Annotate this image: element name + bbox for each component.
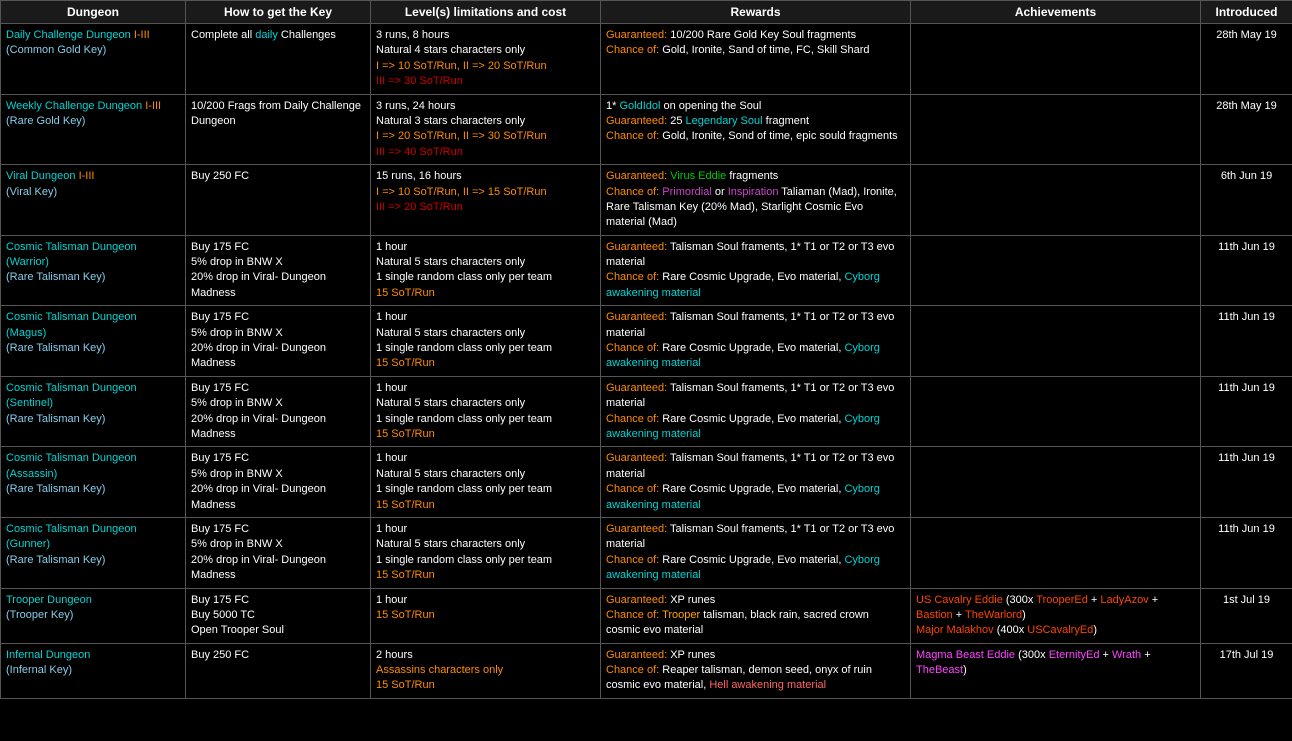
dungeon-cell: Weekly Challenge Dungeon I-III(Rare Gold… <box>1 94 186 165</box>
rewards-cell: Guaranteed: Talisman Soul framents, 1* T… <box>601 517 911 588</box>
rewards-cell: 1* GoldIdol on opening the SoulGuarantee… <box>601 94 911 165</box>
level-cell: 3 runs, 8 hoursNatural 4 stars character… <box>371 24 601 95</box>
header-key: How to get the Key <box>186 1 371 24</box>
header-dungeon: Dungeon <box>1 1 186 24</box>
rewards-cell: Guaranteed: 10/200 Rare Gold Key Soul fr… <box>601 24 911 95</box>
table-row: Cosmic Talisman Dungeon (Magus)(Rare Tal… <box>1 306 1292 377</box>
achievements-cell <box>911 24 1201 95</box>
dungeon-cell: Daily Challenge Dungeon I-III(Common Gol… <box>1 24 186 95</box>
introduced-cell: 11th Jun 19 <box>1201 376 1292 447</box>
dungeon-cell: Viral Dungeon I-III(Viral Key) <box>1 165 186 236</box>
dungeon-cell: Cosmic Talisman Dungeon (Gunner)(Rare Ta… <box>1 517 186 588</box>
level-cell: 1 hourNatural 5 stars characters only1 s… <box>371 235 601 306</box>
dungeon-cell: Cosmic Talisman Dungeon (Sentinel)(Rare … <box>1 376 186 447</box>
level-cell: 2 hoursAssassins characters only15 SoT/R… <box>371 643 601 698</box>
key-cell: Complete all daily Challenges <box>186 24 371 95</box>
dungeon-cell: Cosmic Talisman Dungeon (Assassin)(Rare … <box>1 447 186 518</box>
achievements-cell <box>911 165 1201 236</box>
table-row: Cosmic Talisman Dungeon (Assassin)(Rare … <box>1 447 1292 518</box>
introduced-cell: 11th Jun 19 <box>1201 306 1292 377</box>
rewards-cell: Guaranteed: Talisman Soul framents, 1* T… <box>601 235 911 306</box>
key-cell: Buy 175 FC5% drop in BNW X20% drop in Vi… <box>186 235 371 306</box>
table-row: Weekly Challenge Dungeon I-III(Rare Gold… <box>1 94 1292 165</box>
dungeon-table: Dungeon How to get the Key Level(s) limi… <box>0 0 1292 699</box>
achievements-cell <box>911 447 1201 518</box>
introduced-cell: 17th Jul 19 <box>1201 643 1292 698</box>
introduced-cell: 11th Jun 19 <box>1201 517 1292 588</box>
key-cell: Buy 175 FC5% drop in BNW X20% drop in Vi… <box>186 306 371 377</box>
key-cell: 10/200 Frags from Daily Challenge Dungeo… <box>186 94 371 165</box>
introduced-cell: 28th May 19 <box>1201 24 1292 95</box>
level-cell: 1 hourNatural 5 stars characters only1 s… <box>371 517 601 588</box>
rewards-cell: Guaranteed: XP runesChance of: Trooper t… <box>601 588 911 643</box>
achievements-cell <box>911 376 1201 447</box>
rewards-cell: Guaranteed: XP runesChance of: Reaper ta… <box>601 643 911 698</box>
rewards-cell: Guaranteed: Talisman Soul framents, 1* T… <box>601 306 911 377</box>
rewards-cell: Guaranteed: Talisman Soul framents, 1* T… <box>601 376 911 447</box>
level-cell: 1 hour15 SoT/Run <box>371 588 601 643</box>
rewards-cell: Guaranteed: Talisman Soul framents, 1* T… <box>601 447 911 518</box>
dungeon-cell: Infernal Dungeon(Infernal Key) <box>1 643 186 698</box>
rewards-cell: Guaranteed: Virus Eddie fragmentsChance … <box>601 165 911 236</box>
key-cell: Buy 250 FC <box>186 165 371 236</box>
achievements-cell: Magma Beast Eddie (300x EternityEd + Wra… <box>911 643 1201 698</box>
introduced-cell: 11th Jun 19 <box>1201 447 1292 518</box>
table-row: Cosmic Talisman Dungeon (Gunner)(Rare Ta… <box>1 517 1292 588</box>
key-cell: Buy 175 FC5% drop in BNW X20% drop in Vi… <box>186 447 371 518</box>
table-row: Cosmic Talisman Dungeon (Sentinel)(Rare … <box>1 376 1292 447</box>
header-introduced: Introduced <box>1201 1 1292 24</box>
achievements-cell <box>911 517 1201 588</box>
level-cell: 1 hourNatural 5 stars characters only1 s… <box>371 376 601 447</box>
dungeon-cell: Cosmic Talisman Dungeon (Warrior)(Rare T… <box>1 235 186 306</box>
header-level: Level(s) limitations and cost <box>371 1 601 24</box>
key-cell: Buy 175 FC5% drop in BNW X20% drop in Vi… <box>186 376 371 447</box>
header-achievements: Achievements <box>911 1 1201 24</box>
table-row: Daily Challenge Dungeon I-III(Common Gol… <box>1 24 1292 95</box>
introduced-cell: 6th Jun 19 <box>1201 165 1292 236</box>
introduced-cell: 1st Jul 19 <box>1201 588 1292 643</box>
introduced-cell: 11th Jun 19 <box>1201 235 1292 306</box>
achievements-cell <box>911 235 1201 306</box>
achievements-cell <box>911 94 1201 165</box>
level-cell: 15 runs, 16 hoursI => 10 SoT/Run, II => … <box>371 165 601 236</box>
table-row: Viral Dungeon I-III(Viral Key) Buy 250 F… <box>1 165 1292 236</box>
dungeon-cell: Trooper Dungeon(Trooper Key) <box>1 588 186 643</box>
achievements-cell <box>911 306 1201 377</box>
level-cell: 1 hourNatural 5 stars characters only1 s… <box>371 306 601 377</box>
key-cell: Buy 175 FC5% drop in BNW X20% drop in Vi… <box>186 517 371 588</box>
level-cell: 3 runs, 24 hoursNatural 3 stars characte… <box>371 94 601 165</box>
dungeon-cell: Cosmic Talisman Dungeon (Magus)(Rare Tal… <box>1 306 186 377</box>
table-row: Infernal Dungeon(Infernal Key) Buy 250 F… <box>1 643 1292 698</box>
introduced-cell: 28th May 19 <box>1201 94 1292 165</box>
table-row: Trooper Dungeon(Trooper Key) Buy 175 FCB… <box>1 588 1292 643</box>
level-cell: 1 hourNatural 5 stars characters only1 s… <box>371 447 601 518</box>
key-cell: Buy 175 FCBuy 5000 TCOpen Trooper Soul <box>186 588 371 643</box>
key-cell: Buy 250 FC <box>186 643 371 698</box>
table-row: Cosmic Talisman Dungeon (Warrior)(Rare T… <box>1 235 1292 306</box>
achievements-cell: US Cavalry Eddie (300x TrooperEd + LadyA… <box>911 588 1201 643</box>
header-rewards: Rewards <box>601 1 911 24</box>
